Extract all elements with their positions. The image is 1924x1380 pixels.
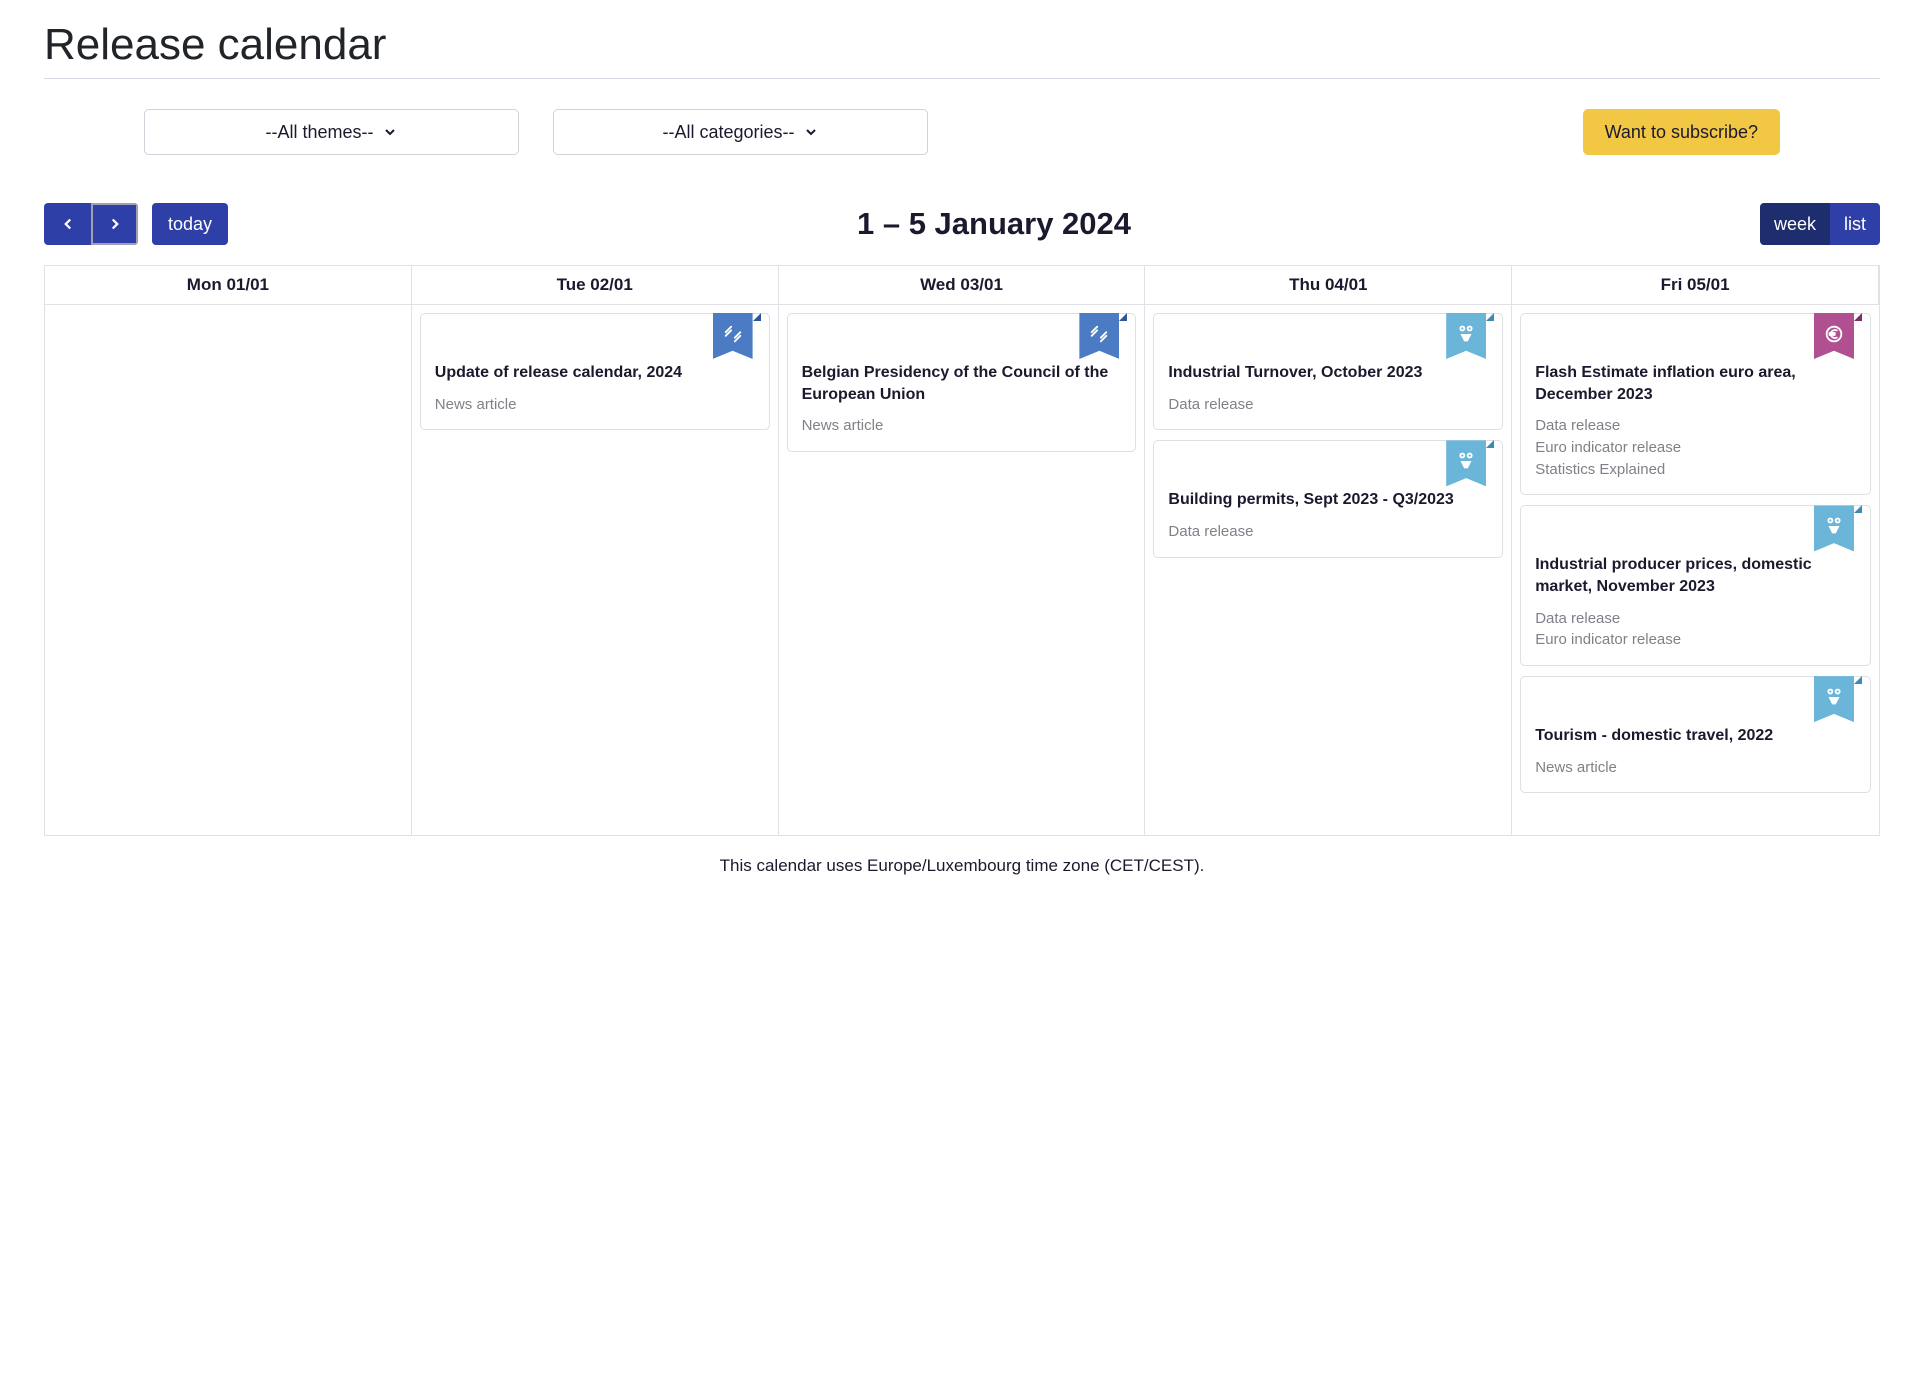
themes-select[interactable]: --All themes-- [144,109,519,155]
event-tag: Euro indicator release [1535,437,1856,459]
event-tag: Euro indicator release [1535,629,1856,651]
arrow-group [44,203,138,245]
title-divider [44,78,1880,79]
categories-select[interactable]: --All categories-- [553,109,928,155]
event-tag: News article [435,394,755,416]
day-header: Mon 01/01 [45,266,412,305]
list-view-button[interactable]: list [1830,203,1880,245]
prev-button[interactable] [44,203,91,245]
event-tag: Data release [1168,394,1488,416]
calendar-nav: today 1 – 5 January 2024 week list [44,203,1880,245]
filter-row: --All themes-- --All categories-- Want t… [44,109,1880,155]
timezone-footnote: This calendar uses Europe/Luxembourg tim… [44,856,1880,876]
date-range-label: 1 – 5 January 2024 [228,206,1760,242]
today-button[interactable]: today [152,203,228,245]
event-title: Belgian Presidency of the Council of the… [802,362,1122,405]
chevron-down-icon [382,124,398,140]
subscribe-button[interactable]: Want to subscribe? [1583,109,1780,155]
event-card[interactable]: Update of release calendar, 2024 News art… [420,313,770,430]
event-tag: Data release [1535,415,1856,437]
event-tag: News article [1535,757,1856,779]
next-button[interactable] [91,203,138,245]
data-badge-icon [1814,676,1854,720]
data-badge-icon [1814,505,1854,549]
event-card[interactable]: Industrial producer prices, domestic mar… [1520,505,1871,666]
chevron-right-icon [106,215,124,233]
event-card[interactable]: Tourism - domestic travel, 2022 News arti… [1520,676,1871,793]
event-tag: Data release [1535,608,1856,630]
event-title: Industrial Turnover, October 2023 [1168,362,1488,384]
day-column: Belgian Presidency of the Council of the… [779,305,1146,835]
view-toggle: week list [1760,203,1880,245]
day-header: Tue 02/01 [412,266,779,305]
day-column [45,305,412,835]
page-title: Release calendar [44,20,1880,70]
day-header: Wed 03/01 [779,266,1146,305]
data-badge-icon [1446,313,1486,357]
event-card[interactable]: Flash Estimate inflation euro area, Dece… [1520,313,1871,495]
event-title: Flash Estimate inflation euro area, Dece… [1535,362,1856,405]
data-badge-icon [1446,440,1486,484]
chevron-left-icon [59,215,77,233]
event-title: Tourism - domestic travel, 2022 [1535,725,1856,747]
news-badge-icon [1079,313,1119,357]
euro-badge-icon [1814,313,1854,357]
event-tag: Statistics Explained [1535,459,1856,481]
categories-select-label: --All categories-- [662,122,794,143]
day-header: Fri 05/01 [1512,266,1879,305]
week-view-button[interactable]: week [1760,203,1830,245]
event-title: Update of release calendar, 2024 [435,362,755,384]
chevron-down-icon [803,124,819,140]
event-tag: News article [802,415,1122,437]
day-column: Industrial Turnover, October 2023 Data re… [1145,305,1512,835]
event-tag: Data release [1168,521,1488,543]
day-header: Thu 04/01 [1145,266,1512,305]
event-card[interactable]: Belgian Presidency of the Council of the… [787,313,1137,452]
event-card[interactable]: Industrial Turnover, October 2023 Data re… [1153,313,1503,430]
news-badge-icon [713,313,753,357]
event-title: Building permits, Sept 2023 - Q3/2023 [1168,489,1488,511]
themes-select-label: --All themes-- [265,122,373,143]
day-column: Flash Estimate inflation euro area, Dece… [1512,305,1879,835]
calendar-grid: Mon 01/01Tue 02/01Wed 03/01Thu 04/01Fri … [44,265,1880,836]
event-title: Industrial producer prices, domestic mar… [1535,554,1856,597]
event-card[interactable]: Building permits, Sept 2023 - Q3/2023 Dat… [1153,440,1503,557]
day-column: Update of release calendar, 2024 News art… [412,305,779,835]
